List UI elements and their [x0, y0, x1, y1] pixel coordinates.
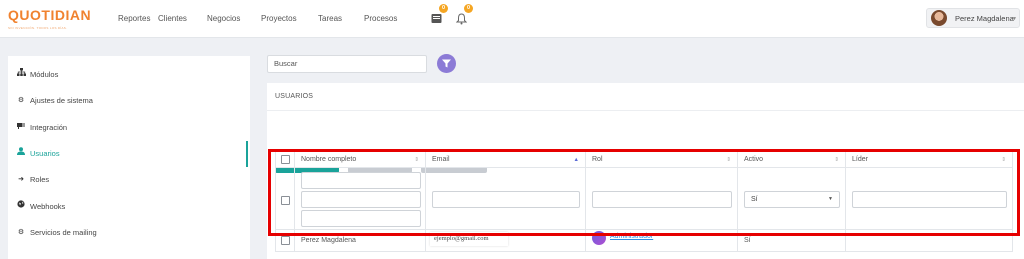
sidebar-item-label: Ajustes de sistema [30, 96, 93, 105]
filter-icon [442, 59, 451, 68]
filter-cell-lider [846, 168, 1013, 230]
gear-icon: ⚙ [17, 229, 25, 236]
nav-clientes[interactable]: Clientes [158, 0, 187, 38]
filter-rol-input[interactable] [592, 191, 732, 208]
filter-cell-rol [586, 168, 738, 230]
user-icon [16, 141, 26, 167]
sidebar-item-ajustes[interactable]: ⚙ Ajustes de sistema [8, 88, 248, 114]
filter-select-cell [275, 168, 295, 230]
nav-procesos[interactable]: Procesos [364, 0, 397, 38]
sort-icon: ⇕ [414, 157, 419, 163]
filter-nombre-input-1[interactable] [301, 172, 421, 189]
sitemap-icon [16, 62, 26, 88]
filter-cell-email [426, 168, 586, 230]
nav-tareas[interactable]: Tareas [318, 0, 342, 38]
filter-email-input[interactable] [432, 191, 580, 208]
gears-icon: ⚙ [17, 97, 25, 104]
filter-cell-activo: Sí ▼ [738, 168, 846, 230]
table-row-cell-rol: Administrador [586, 230, 738, 252]
filter-activo-select[interactable]: Sí ▼ [744, 191, 840, 208]
filter-cell-nombre [295, 168, 426, 230]
plug-icon [16, 115, 26, 141]
user-name: Perez Magdalena [955, 14, 1014, 23]
column-header-label: Email [432, 156, 450, 163]
header-select-cell [275, 150, 295, 168]
bell-icon [456, 13, 467, 25]
user-email: ejemplo@gmail.com [430, 232, 508, 246]
column-header-email[interactable]: Email ▲ [426, 150, 586, 168]
sidebar: Módulos ⚙ Ajustes de sistema Integración… [8, 56, 250, 259]
sidebar-item-mailing[interactable]: ⚙ Servicios de mailing [8, 220, 248, 246]
column-header-lider[interactable]: Líder ⇕ [846, 150, 1013, 168]
user-full-name: Perez Magdalena [301, 237, 356, 244]
inbox-count-badge: 0 [439, 4, 448, 13]
user-active-value: Sí [744, 237, 751, 244]
filter-button[interactable] [437, 54, 456, 73]
sidebar-item-integracion[interactable]: Integración [8, 115, 248, 141]
filter-nombre-input-3[interactable] [301, 210, 421, 227]
sidebar-item-webhooks[interactable]: Webhooks [8, 194, 248, 220]
sidebar-item-usuarios[interactable]: Usuarios [8, 141, 248, 167]
sidebar-item-label: Webhooks [30, 202, 66, 211]
sidebar-item-label: Servicios de mailing [30, 228, 97, 237]
inbox-button[interactable]: 0 [430, 4, 448, 24]
bell-count-badge: 0 [464, 4, 473, 13]
column-header-label: Líder [852, 156, 868, 163]
sidebar-item-label: Integración [30, 123, 68, 132]
sort-icon: ⇕ [1001, 157, 1006, 163]
notifications-button[interactable]: 0 [455, 4, 473, 25]
role-avatar [592, 231, 606, 245]
users-table: Nombre completo ⇕ Email ▲ Rol ⇕ Activo ⇕… [275, 150, 1020, 259]
nav-proyectos[interactable]: Proyectos [261, 0, 297, 38]
sidebar-item-roles[interactable]: ➜ Roles [8, 167, 248, 193]
avatar [931, 10, 947, 26]
nav-reportes[interactable]: Reportes [118, 0, 150, 38]
table-row-cell-name: Perez Magdalena [295, 230, 426, 252]
select-all-checkbox[interactable] [281, 155, 290, 164]
globe-icon [16, 194, 26, 220]
page-title: USUARIOS [275, 93, 314, 100]
table-row-cell-email: ejemplo@gmail.com [426, 230, 586, 252]
search-input[interactable]: Buscar [267, 55, 427, 73]
top-bar: QUOTIDIAN SIN INVENCIÓN. TODOS LOS DÍAS.… [0, 0, 1024, 38]
column-header-label: Activo [744, 156, 764, 163]
column-header-label: Rol [592, 156, 603, 163]
column-header-label: Nombre completo [301, 156, 357, 163]
sort-asc-icon: ▲ [573, 157, 579, 163]
sidebar-item-label: Roles [30, 175, 50, 184]
filter-lider-input[interactable] [852, 191, 1007, 208]
row-checkbox[interactable] [281, 236, 290, 245]
divider [267, 110, 1024, 111]
column-header-activo[interactable]: Activo ⇕ [738, 150, 846, 168]
column-header-nombre[interactable]: Nombre completo ⇕ [295, 150, 426, 168]
sidebar-item-label: Módulos [30, 70, 59, 79]
table-row-cell-lider [846, 230, 1013, 252]
brand-tagline: SIN INVENCIÓN. TODOS LOS DÍAS. [8, 26, 68, 30]
row-select-cell [275, 230, 295, 252]
brand-logo[interactable]: QUOTIDIAN SIN INVENCIÓN. TODOS LOS DÍAS. [8, 7, 91, 35]
filter-activo-value: Sí [751, 196, 758, 203]
chevron-down-icon: ▼ [1012, 16, 1017, 22]
brand-name: QUOTIDIAN [8, 7, 92, 23]
arrow-right-icon: ➜ [18, 176, 24, 183]
table-row-cell-activo: Sí [738, 230, 846, 252]
role-link[interactable]: Administrador [610, 230, 653, 244]
nav-negocios[interactable]: Negocios [207, 0, 240, 38]
inbox-icon [431, 14, 442, 23]
chevron-down-icon: ▼ [828, 196, 833, 202]
user-menu[interactable]: Perez Magdalena ▼ [926, 8, 1020, 28]
sort-icon: ⇕ [726, 157, 731, 163]
column-header-rol[interactable]: Rol ⇕ [586, 150, 738, 168]
filter-nombre-input-2[interactable] [301, 191, 421, 208]
sort-icon: ⇕ [834, 157, 839, 163]
sidebar-item-label: Usuarios [30, 149, 60, 158]
sidebar-item-modulos[interactable]: Módulos [8, 62, 248, 88]
filter-row-checkbox[interactable] [281, 196, 290, 205]
